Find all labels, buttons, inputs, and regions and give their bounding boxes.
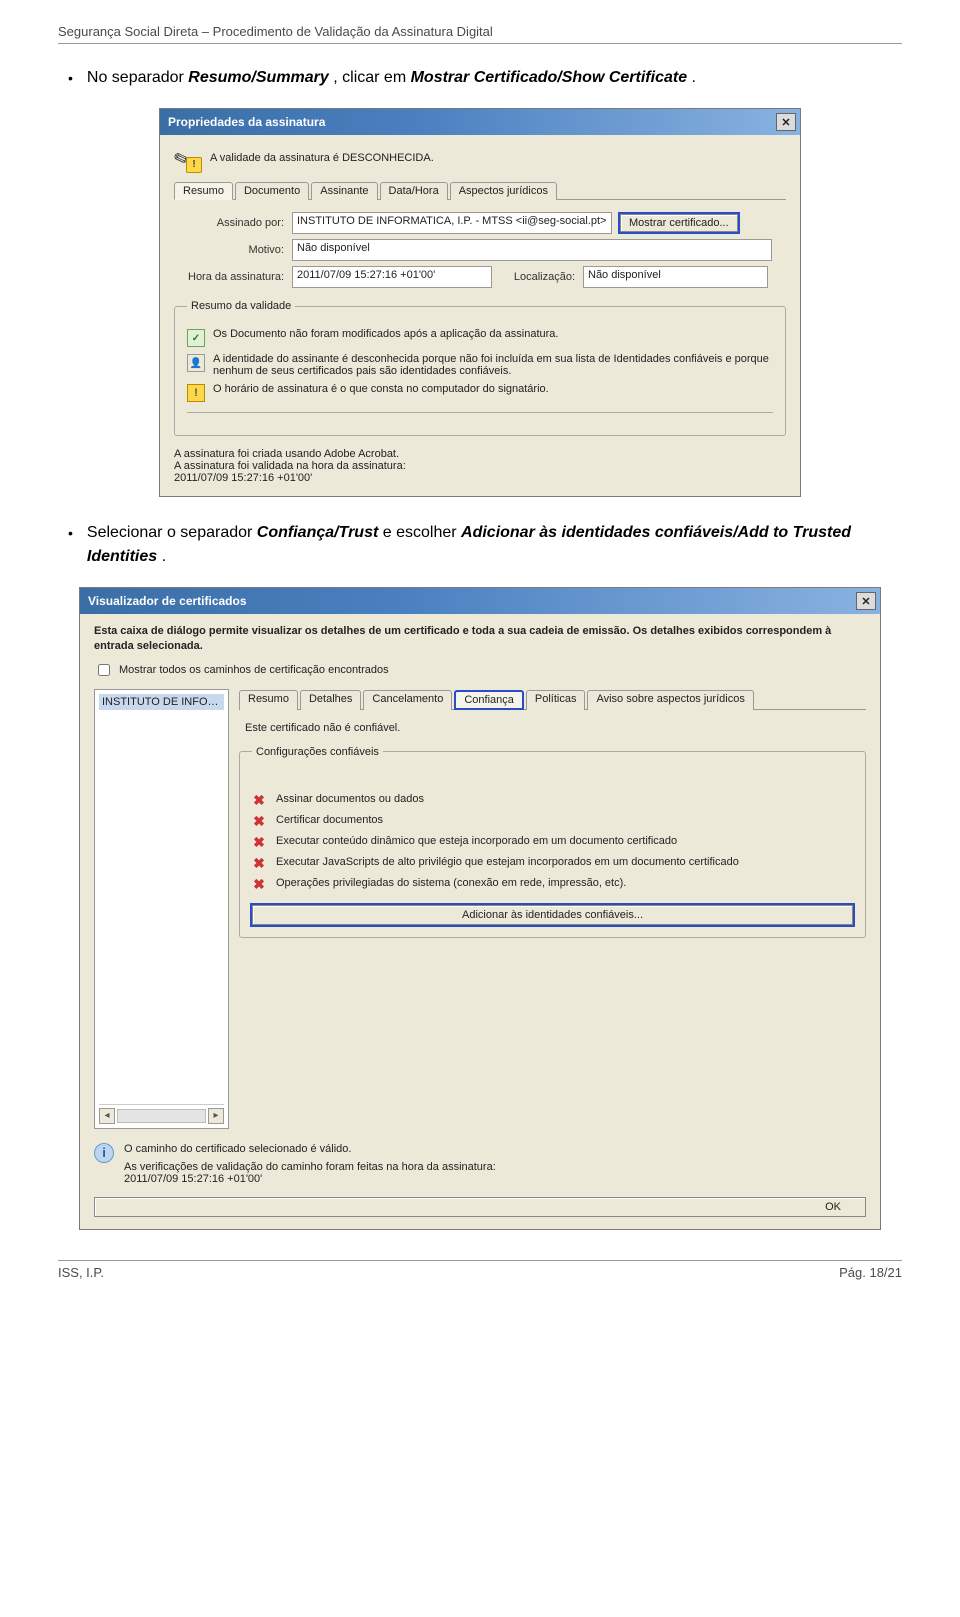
trust-dynamic-content: Executar conteúdo dinâmico que esteja in…: [276, 835, 677, 847]
lbl-signed-by: Assinado por:: [174, 217, 284, 229]
tab-cert-resumo[interactable]: Resumo: [239, 690, 298, 710]
x-icon: ✖: [252, 856, 266, 870]
scroll-left-icon[interactable]: ◂: [99, 1108, 115, 1124]
tab-cert-cancelamento[interactable]: Cancelamento: [363, 690, 452, 710]
signature-status-icon: ✎ !: [174, 145, 200, 171]
identity-unknown-icon: 👤: [187, 354, 205, 372]
ok-button[interactable]: OK: [94, 1197, 866, 1217]
cert-chain-item[interactable]: INSTITUTO DE INFORMATIC: [99, 694, 224, 710]
validity-summary-fieldset: Resumo da validade ✓ Os Documento não fo…: [174, 300, 786, 436]
scroll-track[interactable]: [117, 1109, 206, 1123]
tab-documento[interactable]: Documento: [235, 182, 309, 200]
info-icon: i: [94, 1143, 114, 1163]
tab-cert-politicas[interactable]: Políticas: [526, 690, 586, 710]
x-icon: ✖: [252, 793, 266, 807]
sig-bottom-info: A assinatura foi criada usando Adobe Acr…: [174, 448, 786, 484]
add-to-trusted-button[interactable]: Adicionar às identidades confiáveis...: [252, 905, 853, 925]
instruction-1: • No separador Resumo/Summary , clicar e…: [68, 66, 902, 90]
certificate-viewer-dialog: Visualizador de certificados ✕ Esta caix…: [79, 587, 881, 1230]
x-icon: ✖: [252, 835, 266, 849]
dialog-titlebar: Visualizador de certificados ✕: [80, 588, 880, 614]
lbl-location: Localização:: [500, 271, 575, 283]
trust-privileged-js: Executar JavaScripts de alto privilégio …: [276, 856, 739, 868]
scroll-right-icon[interactable]: ▸: [208, 1108, 224, 1124]
close-icon[interactable]: ✕: [776, 113, 796, 131]
signature-properties-dialog: Propriedades da assinatura ✕ ✎ ! A valid…: [159, 108, 801, 497]
lbl-sign-time: Hora da assinatura:: [174, 271, 284, 283]
check-icon: ✓: [187, 329, 205, 347]
validity-summary-legend: Resumo da validade: [187, 300, 295, 312]
sign-time-field[interactable]: 2011/07/09 15:27:16 +01'00': [292, 266, 492, 288]
footer-right: Pág. 18/21: [839, 1265, 902, 1280]
bullet-icon: •: [68, 521, 73, 569]
x-icon: ✖: [252, 814, 266, 828]
page-footer: ISS, I.P. Pág. 18/21: [58, 1260, 902, 1280]
location-field[interactable]: Não disponível: [583, 266, 768, 288]
tab-datahora[interactable]: Data/Hora: [380, 182, 448, 200]
trust-settings-legend: Configurações confiáveis: [252, 746, 383, 758]
tab-resumo[interactable]: Resumo: [174, 182, 233, 200]
cert-not-trusted-notice: Este certificado não é confiável.: [245, 722, 866, 734]
signature-status: ✎ ! A validade da assinatura é DESCONHEC…: [174, 145, 786, 171]
trust-sign-docs: Assinar documentos ou dados: [276, 793, 424, 805]
show-certificate-button[interactable]: Mostrar certificado...: [620, 214, 738, 232]
bullet-icon: •: [68, 66, 73, 90]
cert-intro: Esta caixa de diálogo permite visualizar…: [94, 624, 866, 655]
tab-juridicos[interactable]: Aspectos jurídicos: [450, 182, 557, 200]
validity-time-source: O horário de assinatura é o que consta n…: [213, 383, 549, 402]
list-scrollbar[interactable]: ◂ ▸: [99, 1104, 224, 1124]
sig-tabs: Resumo Documento Assinante Data/Hora Asp…: [174, 181, 786, 200]
dialog-title: Propriedades da assinatura: [168, 115, 325, 129]
warn-icon: !: [186, 157, 202, 173]
lbl-reason: Motivo:: [174, 244, 284, 256]
dialog-title: Visualizador de certificados: [88, 594, 247, 608]
signature-status-text: A validade da assinatura é DESCONHECIDA.: [210, 152, 434, 164]
tab-cert-juridicos[interactable]: Aviso sobre aspectos jurídicos: [587, 690, 753, 710]
signed-by-field[interactable]: INSTITUTO DE INFORMATICA, I.P. - MTSS <i…: [292, 212, 612, 234]
trust-settings-fieldset: Configurações confiáveis ✖ Assinar docum…: [239, 746, 866, 938]
tab-cert-detalhes[interactable]: Detalhes: [300, 690, 361, 710]
footer-left: ISS, I.P.: [58, 1265, 104, 1280]
trust-certify-docs: Certificar documentos: [276, 814, 383, 826]
validity-identity-unknown: A identidade do assinante é desconhecida…: [213, 353, 773, 377]
trust-privileged-ops: Operações privilegiadas do sistema (cone…: [276, 877, 626, 889]
instruction-2-text: Selecionar o separador Confiança/Trust e…: [87, 521, 902, 569]
x-icon: ✖: [252, 877, 266, 891]
doc-header: Segurança Social Direta – Procedimento d…: [58, 24, 902, 44]
divider: [187, 412, 773, 413]
cert-path-status: O caminho do certificado selecionado é v…: [124, 1143, 496, 1185]
tab-assinante[interactable]: Assinante: [311, 182, 377, 200]
instruction-2: • Selecionar o separador Confiança/Trust…: [68, 521, 902, 569]
cert-tabs: Resumo Detalhes Cancelamento Confiança P…: [239, 689, 866, 710]
reason-field[interactable]: Não disponível: [292, 239, 772, 261]
instruction-1-text: No separador Resumo/Summary , clicar em …: [87, 66, 696, 90]
validity-doc-unmodified: Os Documento não foram modificados após …: [213, 328, 558, 347]
show-all-paths-checkbox[interactable]: [98, 664, 110, 676]
warn-icon: !: [187, 384, 205, 402]
dialog-titlebar: Propriedades da assinatura ✕: [160, 109, 800, 135]
tab-cert-confianca[interactable]: Confiança: [454, 690, 524, 710]
show-all-paths-label: Mostrar todos os caminhos de certificaçã…: [119, 664, 389, 676]
close-icon[interactable]: ✕: [856, 592, 876, 610]
cert-chain-list[interactable]: INSTITUTO DE INFORMATIC ◂ ▸: [94, 689, 229, 1129]
